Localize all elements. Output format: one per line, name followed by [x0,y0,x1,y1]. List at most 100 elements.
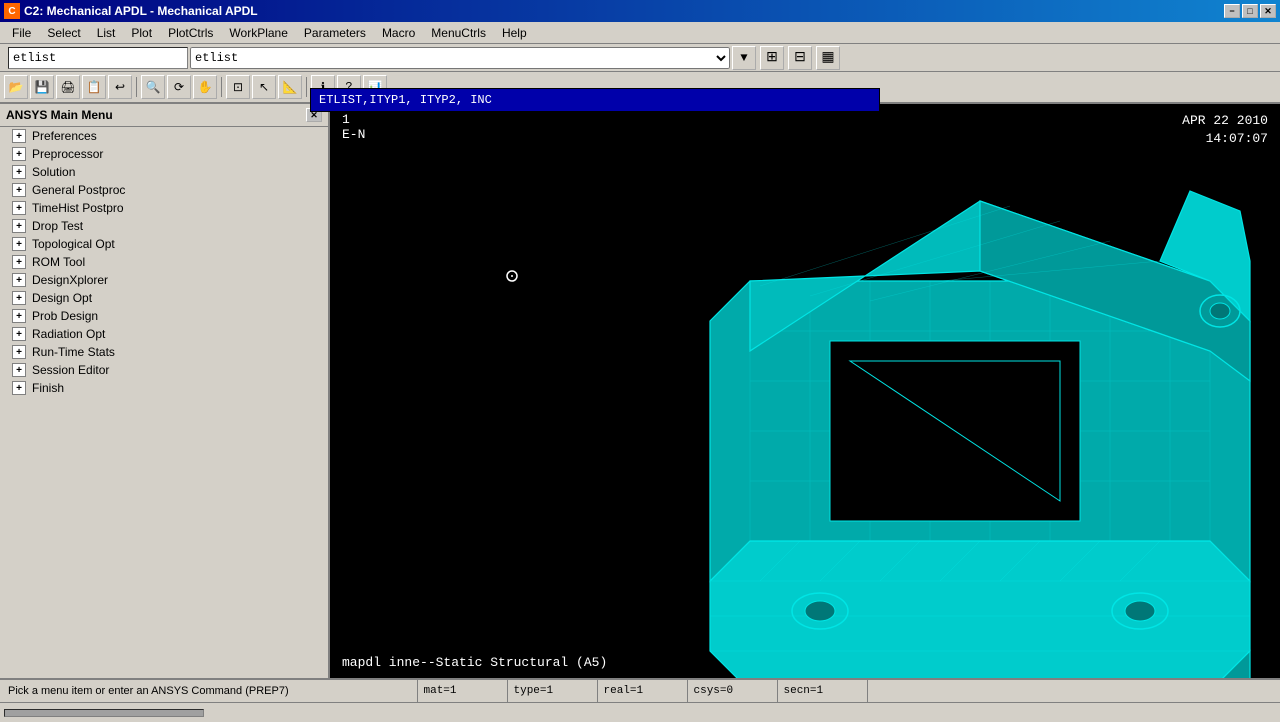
status-extra [868,680,1280,702]
expand-icon-general-postproc: + [12,183,26,197]
progress-bar [4,709,204,717]
model-name-label: mapdl inne--Static Structural (A5) [342,655,607,670]
menu-plot[interactable]: Plot [123,24,160,42]
maximize-button[interactable]: □ [1242,4,1258,18]
sidebar-label-radiation-opt: Radiation Opt [32,327,105,341]
sidebar-label-topological-opt: Topological Opt [32,237,115,251]
status-type: type=1 [508,680,598,702]
menu-bar: File Select List Plot PlotCtrls WorkPlan… [0,22,1280,44]
dropdown-arrow-button[interactable]: ▼ [732,46,756,70]
sidebar-item-run-time-stats[interactable]: + Run-Time Stats [0,343,328,361]
menu-plotctrls[interactable]: PlotCtrls [160,24,221,42]
expand-icon-design-opt: + [12,291,26,305]
viewport-model-label: mapdl inne--Static Structural (A5) [342,655,607,670]
menu-list[interactable]: List [89,24,124,42]
app-icon: C [4,3,20,19]
sidebar-item-timehist-postpro[interactable]: + TimeHist Postpro [0,199,328,217]
save-button[interactable]: 💾 [30,75,54,99]
sidebar-label-design-opt: Design Opt [32,291,92,305]
menu-parameters[interactable]: Parameters [296,24,374,42]
menu-help[interactable]: Help [494,24,535,42]
status-secn: secn=1 [778,680,868,702]
sidebar-label-designxplorer: DesignXplorer [32,273,108,287]
expand-icon-prob-design: + [12,309,26,323]
sidebar-item-preprocessor[interactable]: + Preprocessor [0,145,328,163]
sidebar-label-preferences: Preferences [32,129,97,143]
sidebar-label-preprocessor: Preprocessor [32,147,103,161]
print-button[interactable]: 🖨 [56,75,80,99]
main-area: ANSYS Main Menu ✕ + Preferences + Prepro… [0,104,1280,678]
pan-button[interactable]: ✋ [193,75,217,99]
sidebar-label-rom-tool: ROM Tool [32,255,85,269]
menu-macro[interactable]: Macro [374,24,423,42]
sidebar: ANSYS Main Menu ✕ + Preferences + Prepro… [0,104,330,678]
open-button[interactable]: 📂 [4,75,28,99]
expand-icon-preferences: + [12,129,26,143]
expand-icon-drop-test: + [12,219,26,233]
sidebar-item-rom-tool[interactable]: + ROM Tool [0,253,328,271]
command-bar: etlist ▼ ⊞ ⊟ ▦ [0,44,1280,72]
command-dropdown[interactable]: etlist [190,47,730,69]
viewport-time: 14:07:07 [1182,130,1268,148]
expand-icon-preprocessor: + [12,147,26,161]
status-real: real=1 [598,680,688,702]
menu-menuctrls[interactable]: MenuCtrls [423,24,494,42]
sidebar-header: ANSYS Main Menu ✕ [0,104,328,127]
3d-model-svg [330,104,1280,678]
sidebar-label-run-time-stats: Run-Time Stats [32,345,115,359]
zoom-button[interactable]: 🔍 [141,75,165,99]
minimize-button[interactable]: − [1224,4,1240,18]
expand-icon-run-time-stats: + [12,345,26,359]
menu-select[interactable]: Select [39,24,88,42]
sidebar-item-design-opt[interactable]: + Design Opt [0,289,328,307]
status-csys: csys=0 [688,680,778,702]
expand-icon-finish: + [12,381,26,395]
sidebar-item-drop-test[interactable]: + Drop Test [0,217,328,235]
expand-icon-designxplorer: + [12,273,26,287]
sidebar-item-session-editor[interactable]: + Session Editor [0,361,328,379]
sidebar-label-drop-test: Drop Test [32,219,83,233]
toolbar-separator-1 [136,77,137,97]
status-mat: mat=1 [418,680,508,702]
viewport-sublabel: E-N [342,127,365,142]
measure-button[interactable]: 📐 [278,75,302,99]
copy-button[interactable]: 📋 [82,75,106,99]
toolbar-btn-3[interactable]: ▦ [816,46,840,70]
sidebar-item-designxplorer[interactable]: + DesignXplorer [0,271,328,289]
expand-icon-topological-opt: + [12,237,26,251]
toolbar-btn-2[interactable]: ⊟ [788,46,812,70]
sidebar-label-solution: Solution [32,165,75,179]
sidebar-item-topological-opt[interactable]: + Topological Opt [0,235,328,253]
bottom-resize-bar[interactable] [0,702,1280,722]
viewport-number: 1 [342,112,365,127]
sidebar-label-timehist-postpro: TimeHist Postpro [32,201,124,215]
status-main-text: Pick a menu item or enter an ANSYS Comma… [0,680,418,702]
toolbar-btn-1[interactable]: ⊞ [760,46,784,70]
sidebar-item-radiation-opt[interactable]: + Radiation Opt [0,325,328,343]
sidebar-item-solution[interactable]: + Solution [0,163,328,181]
command-input[interactable] [8,47,188,69]
select-button[interactable]: ↖ [252,75,276,99]
sidebar-label-session-editor: Session Editor [32,363,109,377]
undo-button[interactable]: ↩ [108,75,132,99]
window-title: C2: Mechanical APDL - Mechanical APDL [24,4,258,18]
expand-icon-session-editor: + [12,363,26,377]
toolbar-separator-2 [221,77,222,97]
toolbar-separator-3 [306,77,307,97]
close-button[interactable]: ✕ [1260,4,1276,18]
menu-workplane[interactable]: WorkPlane [221,24,295,42]
command-autocomplete[interactable]: ETLIST,ITYP1, ITYP2, INC [310,88,880,112]
expand-icon-rom-tool: + [12,255,26,269]
menu-file[interactable]: File [4,24,39,42]
sidebar-label-general-postproc: General Postproc [32,183,125,197]
cursor-indicator [505,269,519,283]
sidebar-item-general-postproc[interactable]: + General Postproc [0,181,328,199]
viewport[interactable]: 1 E-N APR 22 2010 14:07:07 mapdl inne--S… [330,104,1280,678]
fit-button[interactable]: ⊡ [226,75,250,99]
rotate-button[interactable]: ⟳ [167,75,191,99]
expand-icon-radiation-opt: + [12,327,26,341]
sidebar-item-finish[interactable]: + Finish [0,379,328,397]
expand-icon-timehist-postpro: + [12,201,26,215]
sidebar-item-prob-design[interactable]: + Prob Design [0,307,328,325]
sidebar-item-preferences[interactable]: + Preferences [0,127,328,145]
